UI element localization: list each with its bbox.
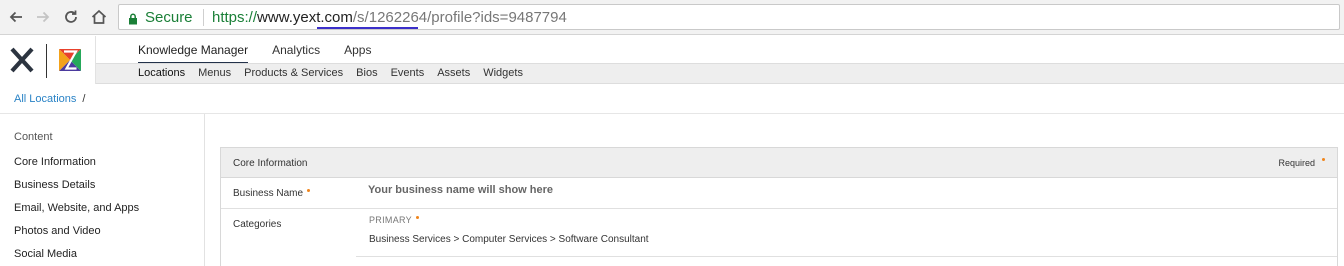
browser-toolbar: Secure https://www.yext.com/s/1262264/pr… xyxy=(0,0,1344,35)
subtab-locations[interactable]: Locations xyxy=(138,67,185,79)
url-scheme: https:// xyxy=(212,9,258,26)
url-divider xyxy=(203,9,204,26)
secure-label: Secure xyxy=(145,9,193,26)
tab-analytics[interactable]: Analytics xyxy=(272,36,320,64)
lock-icon xyxy=(128,12,138,30)
url-path-suffix: /profile?ids=9487794 xyxy=(427,9,567,26)
breadcrumb-all-locations[interactable]: All Locations xyxy=(14,93,76,105)
panel-header: Core Information Required xyxy=(221,148,1337,178)
url-highlight-underline xyxy=(317,27,418,29)
business-name-row: Business Name Your business name will sh… xyxy=(221,178,1337,209)
home-icon[interactable] xyxy=(88,6,110,28)
brand-logo-icon xyxy=(57,47,83,78)
url-path-prefix: /s/ xyxy=(352,9,369,26)
top-nav: Knowledge Manager Analytics Apps xyxy=(138,36,395,64)
required-dot-icon xyxy=(1322,158,1325,161)
sub-nav: Locations Menus Products & Services Bios… xyxy=(96,63,1344,84)
reload-icon[interactable] xyxy=(60,6,82,28)
sidebar-item-core-information[interactable]: Core Information xyxy=(14,156,96,168)
business-name-label: Business Name xyxy=(233,188,311,199)
address-bar[interactable]: Secure https://www.yext.com/s/1262264/pr… xyxy=(118,4,1340,30)
url-text[interactable]: https://www.yext.com/s/1262264/profile?i… xyxy=(212,9,567,26)
yext-logo-icon[interactable] xyxy=(9,47,35,78)
business-name-field[interactable]: Your business name will show here xyxy=(368,184,553,196)
breadcrumb-divider xyxy=(0,113,1344,114)
panel-title: Core Information xyxy=(233,158,308,169)
categories-row: Categories PRIMARY Business Services > C… xyxy=(221,209,1337,257)
breadcrumb-separator: / xyxy=(82,93,86,105)
url-account-id: 1262264 xyxy=(368,9,428,26)
subtab-events[interactable]: Events xyxy=(391,67,425,79)
sidebar-item-business-details[interactable]: Business Details xyxy=(14,179,95,191)
tab-apps[interactable]: Apps xyxy=(344,36,371,64)
app-header: Knowledge Manager Analytics Apps Locatio… xyxy=(0,36,1344,84)
categories-label: Categories xyxy=(233,219,282,230)
primary-category-label-text: PRIMARY xyxy=(369,215,412,225)
required-dot-icon xyxy=(307,189,311,192)
subtab-bios[interactable]: Bios xyxy=(356,67,377,79)
business-name-label-text: Business Name xyxy=(233,188,304,199)
subtab-products-services[interactable]: Products & Services xyxy=(244,67,343,79)
required-legend: Required xyxy=(1278,158,1315,168)
subtab-menus[interactable]: Menus xyxy=(198,67,231,79)
primary-category-value[interactable]: Business Services > Computer Services > … xyxy=(369,234,649,245)
logo-divider xyxy=(46,44,47,78)
sidebar-heading: Content xyxy=(14,131,53,143)
url-host: www.yext.com xyxy=(257,9,353,26)
sidebar-item-photos-video[interactable]: Photos and Video xyxy=(14,225,101,237)
tab-knowledge-manager[interactable]: Knowledge Manager xyxy=(138,36,249,64)
subtab-assets[interactable]: Assets xyxy=(437,67,470,79)
primary-category-label: PRIMARY xyxy=(369,215,419,225)
back-icon[interactable] xyxy=(5,6,27,28)
forward-icon[interactable] xyxy=(32,6,54,28)
sidebar-border xyxy=(204,114,205,266)
required-dot-icon xyxy=(415,216,419,219)
subtab-widgets[interactable]: Widgets xyxy=(483,67,523,79)
breadcrumb: All Locations / xyxy=(14,93,85,105)
row-divider xyxy=(356,256,1337,257)
sidebar-item-social-media[interactable]: Social Media xyxy=(14,248,77,260)
core-information-panel: Core Information Required Business Name … xyxy=(220,147,1338,266)
sidebar-item-email-website-apps[interactable]: Email, Website, and Apps xyxy=(14,202,139,214)
